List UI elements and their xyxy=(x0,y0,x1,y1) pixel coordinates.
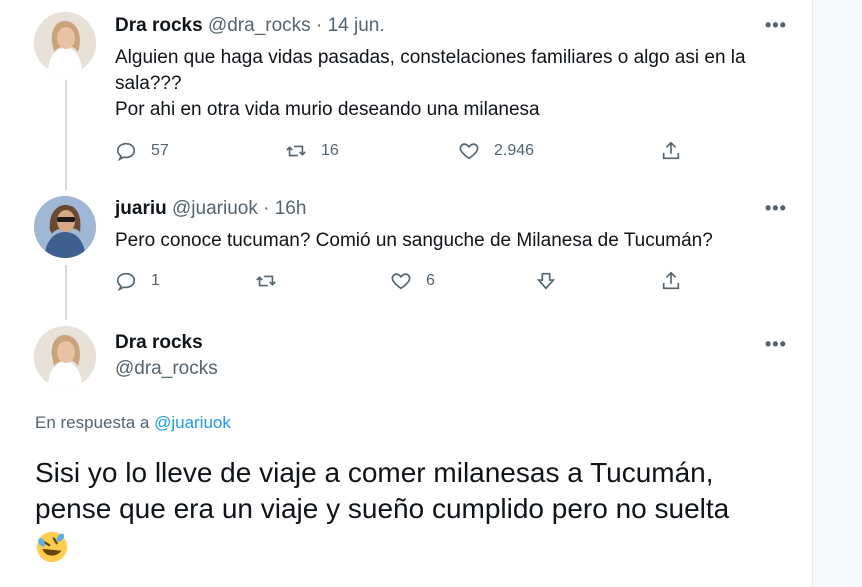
separator: · xyxy=(257,198,275,219)
author-handle[interactable]: @dra_rocks xyxy=(208,15,311,36)
share-icon xyxy=(662,141,680,160)
reply-button[interactable]: 57 xyxy=(115,140,169,162)
more-options-icon[interactable]: ••• xyxy=(765,198,787,219)
main-author-name[interactable]: Dra rocks xyxy=(115,332,203,354)
avatar[interactable] xyxy=(34,196,96,258)
tweet-line: Por ahi en otra vida murio deseando una … xyxy=(115,99,540,120)
share-button[interactable] xyxy=(660,270,682,292)
heart-icon xyxy=(459,143,479,160)
tweet-text: Alguien que haga vidas pasadas, constela… xyxy=(115,45,746,123)
retweet-icon xyxy=(286,145,306,157)
tweet-author-line: juariu @juariuok · 16h xyxy=(115,198,306,220)
separator: · xyxy=(310,15,328,36)
rofl-emoji-icon xyxy=(36,531,68,562)
reply-icon xyxy=(116,142,136,162)
reply-count: 57 xyxy=(151,142,169,159)
tweet-time[interactable]: 14 jun. xyxy=(328,15,385,36)
author-handle[interactable]: @juariuok xyxy=(172,198,258,219)
reply-context: En respuesta a @juariuok xyxy=(35,413,231,433)
author-name[interactable]: juariu xyxy=(115,198,167,219)
reply-icon xyxy=(116,272,136,292)
tweet-line: Alguien que haga vidas pasadas, constela… xyxy=(115,47,746,68)
retweet-icon xyxy=(256,275,276,287)
share-button[interactable] xyxy=(660,140,682,162)
retweet-count: 16 xyxy=(321,142,339,159)
tweet-line: sala??? xyxy=(115,73,182,94)
tweet-text: Pero conoce tucuman? Comió un sanguche d… xyxy=(115,228,713,254)
right-edge-panel xyxy=(812,0,862,587)
main-text-line: pense que era un viaje y sueño cumplido … xyxy=(35,493,730,524)
tweet-author-line: Dra rocks @dra_rocks · 14 jun. xyxy=(115,15,385,37)
reply-prefix: En respuesta a xyxy=(35,413,155,432)
avatar[interactable] xyxy=(34,326,96,388)
react-button[interactable] xyxy=(535,270,557,292)
share-icon xyxy=(662,271,680,290)
more-options-icon[interactable]: ••• xyxy=(765,334,787,355)
retweet-button[interactable] xyxy=(255,270,277,292)
more-options-icon[interactable]: ••• xyxy=(765,15,787,36)
author-name[interactable]: Dra rocks xyxy=(115,15,203,36)
like-button[interactable]: 2.946 xyxy=(458,140,534,162)
main-text-line: Sisi yo lo lleve de viaje a comer milane… xyxy=(35,457,714,488)
avatar[interactable] xyxy=(34,12,96,74)
reply-handle-link[interactable]: @juariuok xyxy=(154,413,231,432)
like-button[interactable]: 6 xyxy=(390,270,435,292)
react-icon xyxy=(536,272,556,290)
main-tweet-text: Sisi yo lo lleve de viaje a comer milane… xyxy=(35,455,815,564)
reply-count: 1 xyxy=(151,272,160,289)
like-count: 6 xyxy=(426,272,435,289)
like-count: 2.946 xyxy=(494,142,535,159)
heart-icon xyxy=(391,273,411,290)
retweet-button[interactable]: 16 xyxy=(285,140,339,162)
tweet-time[interactable]: 16h xyxy=(275,198,307,219)
reply-button[interactable]: 1 xyxy=(115,270,160,292)
thread-line xyxy=(65,265,67,320)
tweet-line: Pero conoce tucuman? Comió un sanguche d… xyxy=(115,230,713,251)
main-author-handle[interactable]: @dra_rocks xyxy=(115,358,218,380)
thread-line xyxy=(65,80,67,190)
